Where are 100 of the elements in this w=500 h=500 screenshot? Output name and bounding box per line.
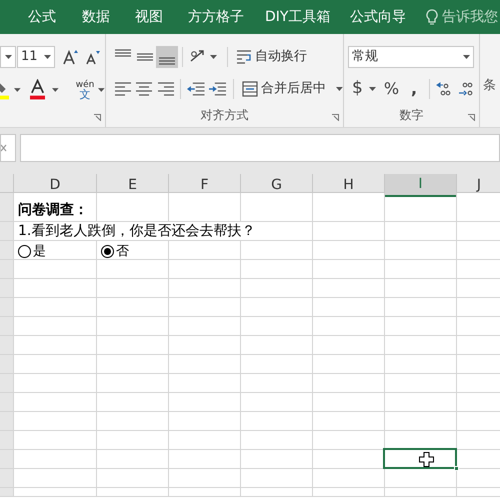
ribbon-tab[interactable]: 数据 <box>82 8 110 24</box>
grid-cell[interactable] <box>241 336 313 355</box>
grid-cell[interactable] <box>313 279 385 298</box>
grid-cell[interactable] <box>14 412 97 431</box>
grid-cell[interactable] <box>385 222 457 241</box>
grid-cell[interactable] <box>14 431 97 450</box>
grid-cell[interactable] <box>169 431 241 450</box>
grid-cell[interactable] <box>97 374 169 393</box>
grid-cell[interactable] <box>385 241 457 260</box>
grid-cell[interactable] <box>14 450 97 469</box>
grid-cell[interactable]: 问卷调查： <box>14 193 97 222</box>
grid-cell[interactable] <box>313 222 385 241</box>
ribbon-tab[interactable]: 公式向导 <box>350 8 406 24</box>
caret-icon[interactable] <box>210 55 217 59</box>
grid-cell[interactable] <box>313 298 385 317</box>
phonetic-guide-button[interactable]: wén 文 <box>76 80 94 100</box>
radio-button[interactable]: 否 <box>101 242 129 262</box>
grid-cell[interactable] <box>313 488 385 497</box>
grid-cell[interactable] <box>97 393 169 412</box>
grid-cell[interactable] <box>97 355 169 374</box>
grid-cell[interactable] <box>14 298 97 317</box>
increase-indent-icon[interactable] <box>208 82 226 96</box>
grid-cell[interactable] <box>14 279 97 298</box>
grid-cell[interactable] <box>385 336 457 355</box>
currency-button[interactable]: $ <box>352 76 363 102</box>
font-size-dropdown[interactable]: 11 <box>17 46 55 68</box>
grid-cell[interactable] <box>97 298 169 317</box>
grid-cell[interactable] <box>14 317 97 336</box>
grid-cell[interactable] <box>385 469 457 488</box>
align-left-icon[interactable] <box>114 82 131 96</box>
caret-icon[interactable] <box>336 87 343 91</box>
grid-cell[interactable] <box>169 450 241 469</box>
grid-cell[interactable] <box>14 469 97 488</box>
grid-cell[interactable] <box>169 317 241 336</box>
grid-cell[interactable] <box>241 431 313 450</box>
grid-cell[interactable] <box>241 393 313 412</box>
grid-cell[interactable] <box>14 393 97 412</box>
formula-bar-input[interactable] <box>20 134 500 162</box>
grid-cell[interactable] <box>14 260 97 279</box>
grid-cell[interactable] <box>385 279 457 298</box>
grid-cell[interactable] <box>385 298 457 317</box>
grid-cell[interactable] <box>169 355 241 374</box>
grid-cell[interactable] <box>313 469 385 488</box>
grow-font-icon[interactable] <box>63 49 79 65</box>
caret-icon[interactable] <box>98 88 105 92</box>
shrink-font-icon[interactable] <box>85 49 101 65</box>
caret-icon[interactable] <box>44 55 51 59</box>
grid-cell[interactable] <box>313 355 385 374</box>
grid-cell[interactable] <box>241 488 313 497</box>
ribbon-tab[interactable]: 公式 <box>28 8 56 24</box>
grid-cell[interactable] <box>169 298 241 317</box>
grid-cell[interactable] <box>313 393 385 412</box>
grid-cell[interactable] <box>241 374 313 393</box>
grid-cell[interactable] <box>14 488 97 497</box>
font-color-icon[interactable] <box>30 79 46 101</box>
grid-cell[interactable] <box>313 431 385 450</box>
grid-cell[interactable] <box>169 488 241 497</box>
grid-cell[interactable] <box>385 412 457 431</box>
caret-icon[interactable] <box>14 88 22 92</box>
grid-cell[interactable] <box>241 298 313 317</box>
grid-cell[interactable] <box>97 412 169 431</box>
radio-button[interactable]: 是 <box>18 242 46 262</box>
grid-cell[interactable] <box>169 241 241 260</box>
grid-cell[interactable] <box>14 355 97 374</box>
ribbon-tab[interactable]: DIY工具箱 <box>265 8 330 24</box>
bottom-align-button[interactable] <box>156 46 178 68</box>
ribbon-tab[interactable]: 方方格子 <box>188 8 244 24</box>
grid-cell[interactable] <box>241 355 313 374</box>
dialog-launcher-icon[interactable] <box>468 114 475 121</box>
increase-decimal-icon[interactable] <box>458 81 474 97</box>
align-right-icon[interactable] <box>158 82 174 96</box>
caret-icon[interactable] <box>4 55 12 59</box>
grid-cell[interactable] <box>169 374 241 393</box>
percent-button[interactable]: % <box>384 77 400 101</box>
column-header[interactable]: J <box>457 174 500 197</box>
grid-cell[interactable] <box>241 317 313 336</box>
grid-cell[interactable] <box>385 374 457 393</box>
radio-circle[interactable] <box>101 245 114 258</box>
align-center-icon[interactable] <box>136 82 152 96</box>
grid-cell[interactable] <box>97 193 169 222</box>
grid-cell[interactable] <box>313 412 385 431</box>
grid-cell[interactable] <box>14 336 97 355</box>
column-header[interactable]: E <box>97 174 169 197</box>
caret-icon[interactable] <box>52 88 59 92</box>
grid-cell[interactable] <box>169 279 241 298</box>
grid-cell[interactable] <box>97 260 169 279</box>
grid-cell[interactable] <box>241 241 313 260</box>
comma-style-button[interactable]: , <box>411 77 418 101</box>
grid-cell[interactable] <box>97 279 169 298</box>
caret-icon[interactable] <box>463 55 470 59</box>
grid-cell[interactable] <box>97 450 169 469</box>
tell-me-field[interactable]: 告诉我您 <box>426 6 498 28</box>
grid-cell[interactable] <box>313 374 385 393</box>
grid-cell[interactable] <box>241 193 313 222</box>
grid-cell[interactable] <box>97 469 169 488</box>
grid-cell[interactable] <box>385 193 457 222</box>
grid-cell[interactable] <box>241 469 313 488</box>
ribbon-tab[interactable]: 视图 <box>135 8 163 24</box>
grid-cell[interactable] <box>241 260 313 279</box>
column-header[interactable]: F <box>169 174 241 197</box>
